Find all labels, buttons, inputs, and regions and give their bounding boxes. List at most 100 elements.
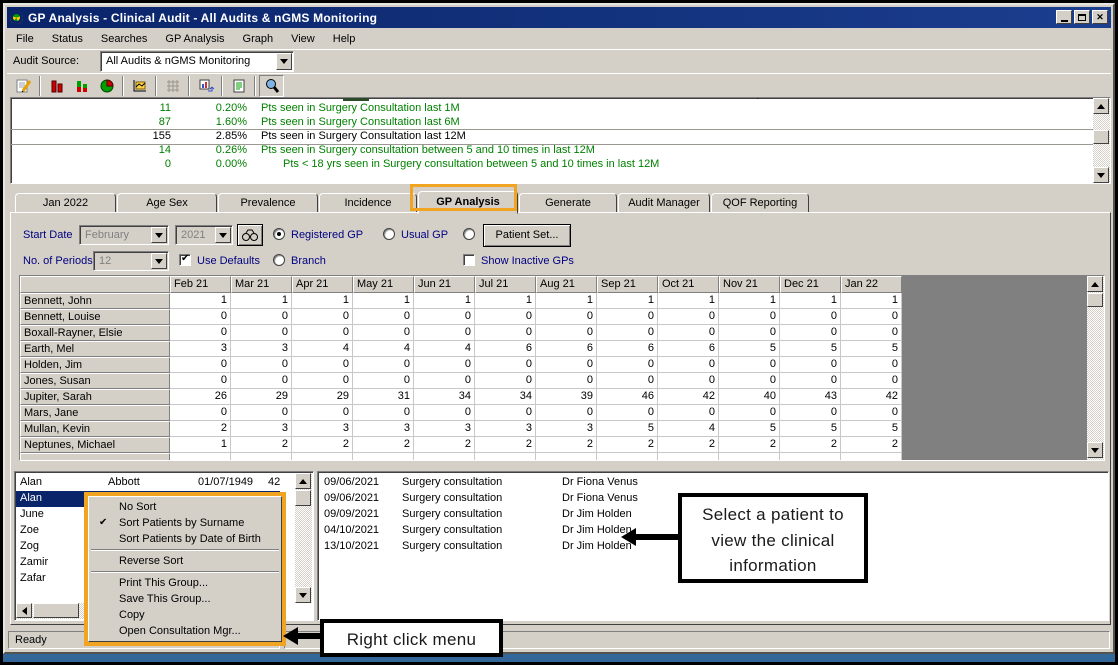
usual-gp-radio[interactable]: [383, 228, 395, 240]
audit-list-row[interactable]: 1552.85%Pts seen in Surgery Consultation…: [11, 130, 1093, 144]
menu-help[interactable]: Help: [324, 31, 365, 47]
gp-table-row-header[interactable]: Bennett, John: [20, 293, 170, 309]
tab-incidence[interactable]: Incidence: [319, 193, 417, 213]
gp-table-cell: 0: [231, 373, 292, 389]
menu-item-copy[interactable]: Copy: [89, 607, 281, 623]
scrollbar-thumb[interactable]: [1087, 293, 1103, 307]
start-year-dropdown[interactable]: 2021: [175, 225, 233, 245]
close-button[interactable]: ✕: [1092, 10, 1108, 24]
consultation-row[interactable]: 09/06/2021Surgery consultationDr Fiona V…: [318, 475, 1108, 491]
menu-item-sort-patients-by-date-of-birth[interactable]: Sort Patients by Date of Birth: [89, 531, 281, 547]
bar-chart-button[interactable]: [44, 75, 69, 97]
scroll-down-button[interactable]: [1087, 442, 1103, 458]
chart-switch-button[interactable]: [193, 75, 218, 97]
find-date-button[interactable]: [237, 224, 263, 246]
gp-table-row-header[interactable]: Bennett, Louise: [20, 309, 170, 325]
start-month-dropdown-button[interactable]: [151, 227, 167, 243]
gp-table-row-header[interactable]: Neptunes, Michael: [20, 437, 170, 453]
pie-chart-button[interactable]: [94, 75, 119, 97]
gp-table-row-header[interactable]: Mullan, Kevin: [20, 421, 170, 437]
tab-prevalence[interactable]: Prevalence: [218, 193, 318, 213]
gp-table-cell: 5: [841, 341, 902, 357]
menu-item-reverse-sort[interactable]: Reverse Sort: [89, 553, 281, 569]
edit-audit-button[interactable]: [11, 75, 36, 97]
gp-table-col-header: Nov 21: [719, 276, 780, 293]
gp-table-cell: [414, 453, 475, 461]
tab-generate[interactable]: Generate: [519, 193, 617, 213]
audit-percent: 0.26%: [183, 144, 247, 156]
maximize-icon: [1078, 14, 1086, 21]
audit-list-row[interactable]: 00.00%Pts < 18 yrs seen in Surgery consu…: [11, 158, 1093, 172]
gp-table-cell: 46: [597, 389, 658, 405]
start-month-dropdown[interactable]: February: [79, 225, 169, 245]
menu-gp-analysis[interactable]: GP Analysis: [156, 31, 233, 47]
scroll-left-button[interactable]: [16, 603, 32, 618]
scrollbar-thumb[interactable]: [1093, 130, 1109, 144]
start-year-dropdown-button[interactable]: [215, 227, 231, 243]
patient-row[interactable]: AlanAbbott01/07/194942: [16, 475, 280, 491]
gp-table-row-header[interactable]: Earth, Mel: [20, 341, 170, 357]
gp-table-cell: 26: [170, 389, 231, 405]
chart-axes-button[interactable]: [127, 75, 152, 97]
stacked-bar-chart-button[interactable]: [69, 75, 94, 97]
gp-table-row-header[interactable]: Holden, Jim: [20, 357, 170, 373]
menu-item-no-sort[interactable]: No Sort: [89, 499, 281, 515]
report-button[interactable]: [226, 75, 251, 97]
registered-gp-radio[interactable]: [273, 228, 285, 240]
start-month-value: February: [85, 229, 129, 241]
title-bar[interactable]: GP Analysis - Clinical Audit - All Audit…: [7, 7, 1111, 28]
scroll-down-button[interactable]: [295, 587, 311, 603]
show-inactive-gps-checkbox[interactable]: [463, 254, 475, 266]
audit-list-scrollbar[interactable]: [1093, 98, 1110, 183]
gp-table-cell: 3: [536, 421, 597, 437]
menu-searches[interactable]: Searches: [92, 31, 156, 47]
patient-list-vscrollbar[interactable]: [295, 473, 312, 603]
periods-dropdown-button[interactable]: [151, 253, 167, 269]
menu-item-open-consultation-mgr[interactable]: Open Consultation Mgr...: [89, 623, 281, 639]
gp-table-scrollbar[interactable]: [1087, 276, 1104, 460]
gp-table-row-header[interactable]: Jones, Susan: [20, 373, 170, 389]
scroll-up-button[interactable]: [1087, 276, 1103, 292]
scroll-up-button[interactable]: [1093, 98, 1109, 114]
menu-file[interactable]: File: [7, 31, 43, 47]
menu-view[interactable]: View: [282, 31, 324, 47]
periods-dropdown[interactable]: 12: [93, 251, 169, 271]
scrollbar-thumb[interactable]: [295, 490, 311, 506]
search-button[interactable]: [259, 75, 284, 97]
gp-table-cell: 0: [719, 405, 780, 421]
audit-list-row[interactable]: 871.60%Pts seen in Surgery Consultation …: [11, 116, 1093, 130]
tab-qof-reporting[interactable]: QOF Reporting: [711, 193, 809, 213]
minimize-button[interactable]: [1056, 10, 1072, 24]
menu-item-save-this-group[interactable]: Save This Group...: [89, 591, 281, 607]
menu-item-print-this-group[interactable]: Print This Group...: [89, 575, 281, 591]
grid-button[interactable]: [160, 75, 185, 97]
audit-list-row[interactable]: 110.20%Pts seen in Surgery Consultation …: [11, 102, 1093, 116]
audit-source-dropdown-button[interactable]: [276, 53, 292, 70]
maximize-button[interactable]: [1074, 10, 1090, 24]
patient-set-radio[interactable]: [463, 228, 475, 240]
use-defaults-checkbox[interactable]: [179, 254, 191, 266]
tab-audit-manager[interactable]: Audit Manager: [618, 193, 710, 213]
toolbar-separator: [188, 76, 190, 96]
audit-source-dropdown[interactable]: All Audits & nGMS Monitoring: [100, 51, 294, 72]
patient-set-button[interactable]: Patient Set...: [483, 224, 571, 247]
gp-table-cell: [475, 453, 536, 461]
gp-table-cell: 5: [719, 421, 780, 437]
audit-list-row[interactable]: 140.26%Pts seen in Surgery consultation …: [11, 144, 1093, 158]
gp-table-cell: 1: [475, 293, 536, 309]
menu-graph[interactable]: Graph: [234, 31, 283, 47]
tab-age-sex[interactable]: Age Sex: [117, 193, 217, 213]
tab-jan-2022[interactable]: Jan 2022: [15, 193, 116, 213]
gp-table-row-header[interactable]: Boxall-Rayner, Elsie: [20, 325, 170, 341]
branch-radio[interactable]: [273, 254, 285, 266]
chart-axes-icon: [132, 78, 148, 94]
scroll-up-button[interactable]: [295, 473, 311, 489]
gp-table-col-header: Mar 21: [231, 276, 292, 293]
gp-table-row-header[interactable]: Mars, Jane: [20, 405, 170, 421]
gp-table-row-header[interactable]: Jupiter, Sarah: [20, 389, 170, 405]
menu-status[interactable]: Status: [43, 31, 92, 47]
consultation-type: Surgery consultation: [402, 492, 502, 504]
menu-item-sort-patients-by-surname[interactable]: Sort Patients by Surname✔: [89, 515, 281, 531]
scroll-down-button[interactable]: [1093, 167, 1109, 183]
scrollbar-thumb[interactable]: [33, 603, 79, 618]
